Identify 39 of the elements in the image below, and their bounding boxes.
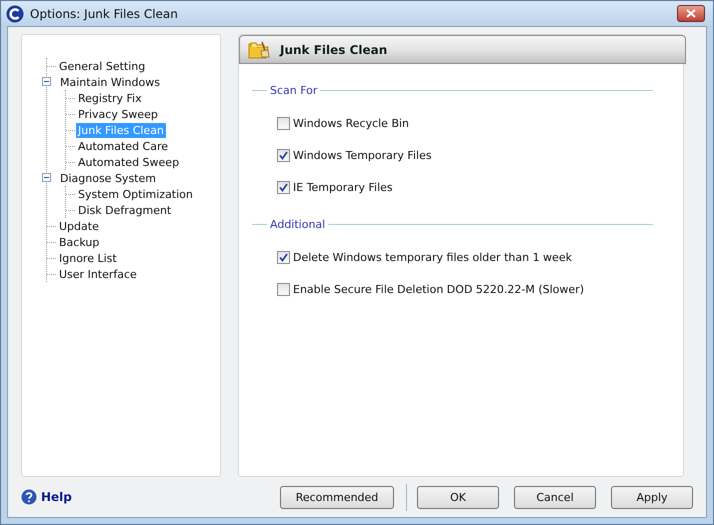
window-title: Options: Junk Files Clean bbox=[30, 6, 179, 20]
tree-item[interactable]: User Interface bbox=[57, 266, 139, 282]
collapse-icon[interactable] bbox=[42, 173, 51, 182]
tree-item[interactable]: General Setting bbox=[57, 58, 148, 74]
tree-item[interactable]: Ignore List bbox=[57, 250, 119, 266]
tree-item[interactable]: Automated Sweep bbox=[76, 154, 182, 170]
checkbox-label: Delete Windows temporary files older than 1 week bbox=[293, 250, 572, 264]
dialog-button[interactable]: Cancel bbox=[514, 486, 596, 508]
group-title: Scan For bbox=[269, 84, 318, 96]
tree-item[interactable]: Privacy Sweep bbox=[76, 106, 160, 122]
group-title: Additional bbox=[269, 218, 326, 230]
tree-item[interactable]: Registry Fix bbox=[76, 90, 144, 106]
tree-item[interactable]: Maintain Windows bbox=[58, 74, 162, 90]
tree-item[interactable]: Backup bbox=[57, 234, 102, 250]
help-icon bbox=[21, 489, 37, 505]
dialog-button[interactable]: Apply bbox=[611, 486, 693, 508]
help-link[interactable]: Help bbox=[21, 489, 72, 505]
close-button[interactable] bbox=[677, 5, 705, 22]
checkbox-label: IE Temporary Files bbox=[293, 180, 393, 194]
checkbox[interactable] bbox=[277, 250, 290, 264]
checkbox[interactable] bbox=[277, 282, 290, 296]
dialog-button[interactable]: Recommended bbox=[280, 486, 394, 508]
checkbox-label: Windows Recycle Bin bbox=[293, 116, 410, 130]
checkbox[interactable] bbox=[277, 116, 290, 130]
collapse-icon[interactable] bbox=[42, 77, 51, 86]
tree-item[interactable]: System Optimization bbox=[76, 186, 195, 202]
dialog-button[interactable]: OK bbox=[417, 486, 499, 508]
folder-broom-icon bbox=[248, 40, 270, 60]
checkbox-label: Windows Temporary Files bbox=[293, 148, 432, 162]
panel-title: Junk Files Clean bbox=[280, 42, 388, 56]
checkbox[interactable] bbox=[277, 180, 290, 194]
checkbox[interactable] bbox=[277, 148, 290, 162]
app-logo-icon bbox=[6, 4, 24, 22]
tree-item[interactable]: Diagnose System bbox=[58, 170, 158, 186]
tree-item[interactable]: Automated Care bbox=[76, 138, 170, 154]
tree-item[interactable]: Disk Defragment bbox=[76, 202, 174, 218]
close-icon bbox=[686, 9, 696, 18]
checkbox-label: Enable Secure File Deletion DOD 5220.22-M (Slower) bbox=[293, 282, 584, 296]
tree-item[interactable]: Update bbox=[57, 218, 101, 234]
